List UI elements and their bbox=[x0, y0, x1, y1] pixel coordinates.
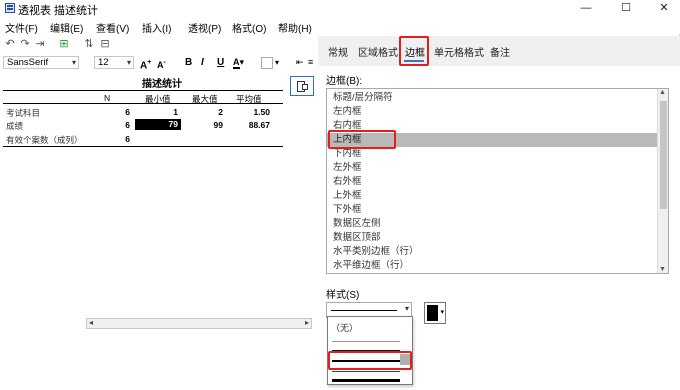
dropdown-highlight-box bbox=[328, 351, 412, 370]
cell-max[interactable]: 2 bbox=[180, 107, 223, 117]
window-title: 透视表 描述统计 bbox=[18, 5, 99, 17]
scroll-up-icon[interactable]: ▲ bbox=[659, 89, 666, 96]
list-item[interactable]: 数据区顶部 bbox=[327, 231, 658, 245]
cell-mean[interactable]: 88.67 bbox=[225, 120, 270, 130]
list-item[interactable]: 水平维边框（行） bbox=[327, 259, 658, 273]
tab-area-format[interactable]: 区域格式 bbox=[358, 44, 398, 59]
menu-help[interactable]: 帮助(H) bbox=[278, 20, 312, 35]
scrollbar-thumb[interactable] bbox=[660, 101, 667, 209]
border-color-button[interactable]: ▾ bbox=[424, 302, 446, 324]
row-label[interactable]: 考试科目 bbox=[6, 107, 40, 119]
style-label: 样式(S) bbox=[326, 290, 360, 301]
row-label[interactable]: 成绩 bbox=[6, 120, 23, 132]
tab-cell-format[interactable]: 单元格格式 bbox=[434, 44, 484, 59]
menu-file[interactable]: 文件(F) bbox=[5, 20, 38, 35]
list-item[interactable]: 标题/层分隔符 bbox=[327, 91, 658, 105]
list-item[interactable]: 右外框 bbox=[327, 175, 658, 189]
close-button[interactable]: ✕ bbox=[644, 0, 680, 16]
cell-min[interactable]: 1 bbox=[135, 107, 178, 117]
style-option-dotted[interactable] bbox=[332, 371, 400, 372]
redo-icon[interactable]: ↷ bbox=[18, 38, 32, 51]
maximize-button[interactable]: ☐ bbox=[606, 0, 646, 16]
underline-button[interactable]: U bbox=[217, 56, 224, 69]
table-properties-pane: 常规 区域格式 边框 单元格格式 备注 边框(B): 标题/层分隔符 左内框 右… bbox=[318, 36, 680, 336]
redo-all-icon[interactable]: ⇥ bbox=[33, 38, 47, 51]
menu-format[interactable]: 格式(O) bbox=[232, 20, 266, 35]
scroll-left-icon[interactable]: ◂ bbox=[89, 318, 93, 327]
current-style-line bbox=[331, 310, 397, 311]
row-label[interactable]: 有效个案数（成列） bbox=[6, 134, 83, 146]
header-rule bbox=[3, 103, 283, 104]
bookmark-icon[interactable]: ⊟ bbox=[98, 38, 112, 51]
font-family-combo[interactable]: SansSerif ▾ bbox=[3, 56, 79, 69]
shrink-font-button[interactable]: A- bbox=[157, 56, 166, 72]
list-item[interactable]: 下内框 bbox=[327, 147, 658, 161]
font-family-value: SansSerif bbox=[7, 57, 49, 68]
menu-view[interactable]: 查看(V) bbox=[96, 20, 129, 35]
grow-font-button[interactable]: A+ bbox=[140, 56, 151, 72]
chevron-down-icon: ▾ bbox=[126, 58, 131, 67]
tab-notes[interactable]: 备注 bbox=[490, 44, 510, 59]
align-icon[interactable]: ⇤ bbox=[296, 56, 304, 69]
menu-insert[interactable]: 插入(I) bbox=[142, 20, 171, 35]
font-size-combo[interactable]: 12 ▾ bbox=[94, 56, 134, 69]
justify-icon[interactable]: ≡ bbox=[308, 56, 313, 69]
list-item[interactable]: 水平类别边框（行） bbox=[327, 245, 658, 259]
color-swatch bbox=[427, 305, 438, 321]
chevron-down-icon: ▾ bbox=[71, 58, 76, 67]
borders-list-label: 边框(B): bbox=[326, 76, 363, 87]
text-color-button[interactable]: A▾ bbox=[233, 56, 244, 69]
italic-button[interactable]: I bbox=[201, 56, 204, 69]
horizontal-scrollbar[interactable]: ◂ ▸ bbox=[86, 318, 312, 329]
format-toolbar: SansSerif ▾ 12 ▾ A+ A- B I U A▾ ▾ ⇤ ≡ bbox=[0, 55, 316, 71]
pivot-table-pane: 描述统计 N 最小值 最大值 平均值 考试科目 6 1 2 1.50 成绩 6 … bbox=[0, 72, 316, 336]
selected-cell-min[interactable]: 79 bbox=[135, 119, 181, 130]
list-item[interactable]: 数据区左侧 bbox=[327, 217, 658, 231]
style-option-none[interactable]: （无） bbox=[331, 321, 358, 334]
fill-color-button[interactable] bbox=[261, 57, 273, 69]
list-item[interactable]: 左内框 bbox=[327, 105, 658, 119]
menu-bar: 文件(F) 编辑(E) 查看(V) 插入(I) 透视(P) 格式(O) 帮助(H… bbox=[0, 18, 680, 35]
undo-icon[interactable]: ↶ bbox=[3, 38, 17, 51]
scroll-right-icon[interactable]: ▸ bbox=[305, 318, 309, 327]
pivot-trays-icon[interactable]: ⊞ bbox=[57, 38, 71, 51]
list-item[interactable]: 左外框 bbox=[327, 161, 658, 175]
header-n: N bbox=[104, 93, 111, 103]
cell-mean[interactable]: 1.50 bbox=[225, 107, 270, 117]
tab-general[interactable]: 常规 bbox=[328, 44, 348, 59]
style-option-thick[interactable] bbox=[332, 379, 400, 382]
borders-listbox[interactable]: 标题/层分隔符 左内框 右内框 上内框 下内框 左外框 右外框 上外框 下外框 … bbox=[326, 88, 669, 274]
cell-n[interactable]: 6 bbox=[100, 134, 130, 144]
tab-strip: 常规 区域格式 边框 单元格格式 备注 bbox=[318, 36, 680, 66]
menu-pivot[interactable]: 透视(P) bbox=[188, 20, 221, 35]
borders-panel: 边框(B): 标题/层分隔符 左内框 右内框 上内框 下内框 左外框 右外框 上… bbox=[318, 66, 680, 336]
font-size-value: 12 bbox=[98, 57, 109, 68]
style-option-hairline[interactable] bbox=[332, 341, 400, 342]
menu-edit[interactable]: 编辑(E) bbox=[50, 20, 83, 35]
list-item[interactable]: 上外框 bbox=[327, 189, 658, 203]
cell-n[interactable]: 6 bbox=[100, 107, 130, 117]
table-title: 描述统计 bbox=[142, 79, 182, 90]
chevron-down-icon: ▾ bbox=[404, 304, 409, 313]
title-bar: 透视表 描述统计 — ☐ ✕ bbox=[0, 0, 680, 18]
minimize-button[interactable]: — bbox=[566, 0, 606, 16]
cell-max[interactable]: 99 bbox=[180, 120, 223, 130]
scroll-down-icon[interactable]: ▼ bbox=[659, 266, 666, 273]
pivot-window: 透视表 描述统计 — ☐ ✕ 文件(F) 编辑(E) 查看(V) 插入(I) 透… bbox=[0, 0, 680, 336]
table-bottom-rule bbox=[3, 146, 283, 147]
main-toolbar: ↶ ↷ ⇥ ⊞ ⇅ ⊟ bbox=[0, 36, 316, 54]
app-icon bbox=[5, 3, 15, 13]
border-style-dropdown[interactable]: （无） bbox=[327, 316, 413, 385]
sample-preview-button[interactable] bbox=[290, 76, 314, 96]
swap-layers-icon[interactable]: ⇅ bbox=[82, 38, 96, 51]
fill-color-dropdown[interactable]: ▾ bbox=[275, 56, 279, 69]
list-item[interactable]: 下外框 bbox=[327, 203, 658, 217]
tab-highlight-box bbox=[399, 36, 429, 66]
bold-button[interactable]: B bbox=[185, 56, 192, 69]
table-top-rule bbox=[3, 90, 283, 91]
selection-highlight-box bbox=[328, 130, 396, 149]
list-scrollbar[interactable]: ▲ ▼ bbox=[657, 89, 668, 273]
chevron-down-icon: ▾ bbox=[440, 309, 444, 316]
cell-n[interactable]: 6 bbox=[100, 120, 130, 130]
